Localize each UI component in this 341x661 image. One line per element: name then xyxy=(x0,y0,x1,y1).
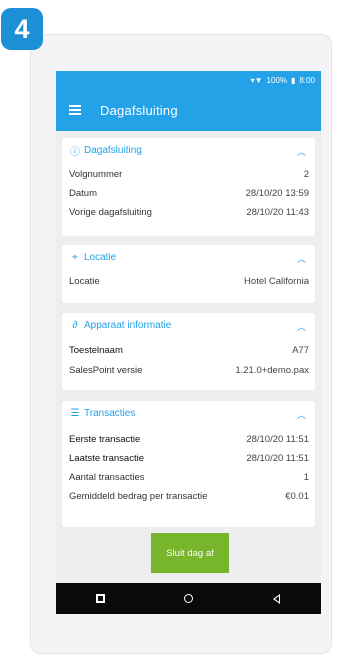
row-label: Aantal transacties xyxy=(69,471,145,483)
row-value: 28/10/20 11:51 xyxy=(246,452,309,464)
info-row: Locatie Hotel California xyxy=(62,273,315,289)
recent-apps-button[interactable] xyxy=(80,583,120,614)
status-bar: ▾▼ 100% ▮ 8:00 xyxy=(56,71,321,89)
back-button[interactable] xyxy=(257,583,297,614)
status-time: 8:00 xyxy=(299,75,315,85)
info-row: Toestelnaam A77 xyxy=(62,342,315,358)
list-icon: ☰ xyxy=(70,408,80,419)
row-label: Datum xyxy=(69,187,97,199)
section-title: Transacties xyxy=(84,408,136,419)
row-value: 28/10/20 11:51 xyxy=(246,433,309,445)
info-row: Gemiddeld bedrag per transactie €0.01 xyxy=(62,488,315,504)
chevron-up-icon[interactable]: ︿ xyxy=(297,320,306,333)
section-title: Apparaat informatie xyxy=(84,320,172,331)
row-label: Gemiddeld bedrag per transactie xyxy=(69,490,208,502)
section-apparaat-informatie: ∂ Apparaat informatie ︿ Toestelnaam A77 … xyxy=(62,313,315,390)
section-header-dagafsluiting[interactable]: ⓘ Dagafsluiting ︿ xyxy=(62,138,315,163)
row-label: Volgnummer xyxy=(69,168,123,180)
row-label: Locatie xyxy=(69,275,100,287)
section-title: Dagafsluiting xyxy=(84,145,142,156)
square-icon xyxy=(95,594,105,603)
battery-icon: ▮ xyxy=(291,75,296,85)
location-pin-icon: ⌖ xyxy=(72,252,78,263)
chevron-up-icon[interactable]: ︿ xyxy=(297,408,306,421)
home-button[interactable] xyxy=(168,583,208,614)
row-value: €0.01 xyxy=(285,490,309,502)
section-title: Locatie xyxy=(84,252,117,263)
section-dagafsluiting: ⓘ Dagafsluiting ︿ Volgnummer 2 Datum 28/… xyxy=(62,138,315,236)
row-label: Laatste transactie xyxy=(69,452,144,464)
row-label: SalesPoint versie xyxy=(69,364,143,376)
triangle-back-icon xyxy=(273,593,281,604)
row-value: 2 xyxy=(303,168,309,180)
row-label: Eerste transactie xyxy=(69,433,141,445)
row-value: 1 xyxy=(303,471,309,483)
info-row: Laatste transactie 28/10/20 11:51 xyxy=(62,450,315,466)
section-header-apparaat[interactable]: ∂ Apparaat informatie ︿ xyxy=(62,313,315,338)
row-label: Toestelnaam xyxy=(69,344,123,356)
info-row: SalesPoint versie 1.21.0+demo.pax xyxy=(62,362,315,378)
close-day-button[interactable]: Sluit dag af xyxy=(151,533,229,573)
info-row: Aantal transacties 1 xyxy=(62,469,315,485)
section-transacties: ☰ Transacties ︿ Eerste transactie 28/10/… xyxy=(62,401,315,527)
info-row: Volgnummer 2 xyxy=(62,166,315,182)
step-number-badge: 4 xyxy=(1,8,43,50)
android-nav-bar xyxy=(56,583,321,614)
phone-screen: ▾▼ 100% ▮ 8:00 Dagafsluiting ⓘ Dagafslui… xyxy=(56,71,321,614)
page-title: Dagafsluiting xyxy=(100,102,178,118)
section-header-locatie[interactable]: ⌖ Locatie ︿ xyxy=(62,245,315,270)
circle-icon xyxy=(183,594,193,603)
row-value: 28/10/20 13:59 xyxy=(245,187,309,199)
chevron-up-icon[interactable]: ︿ xyxy=(297,145,306,158)
info-row: Eerste transactie 28/10/20 11:51 xyxy=(62,431,315,447)
wifi-icon: ▾▼ xyxy=(250,75,263,85)
row-value: 1.21.0+demo.pax xyxy=(235,364,309,376)
section-locatie: ⌖ Locatie ︿ Locatie Hotel California xyxy=(62,245,315,303)
chevron-up-icon[interactable]: ︿ xyxy=(297,252,306,265)
battery-percentage: 100% xyxy=(266,75,288,85)
row-label: Vorige dagafsluiting xyxy=(69,206,152,218)
row-value: 28/10/20 11:43 xyxy=(246,206,309,218)
section-header-transacties[interactable]: ☰ Transacties ︿ xyxy=(62,401,315,426)
row-value: Hotel California xyxy=(244,275,309,287)
app-bar: Dagafsluiting xyxy=(56,89,321,131)
row-value: A77 xyxy=(292,344,309,356)
info-row: Vorige dagafsluiting 28/10/20 11:43 xyxy=(62,204,315,220)
link-icon: ∂ xyxy=(72,320,78,331)
info-row: Datum 28/10/20 13:59 xyxy=(62,185,315,201)
hamburger-menu-icon[interactable] xyxy=(56,89,94,131)
info-icon: ⓘ xyxy=(70,147,80,158)
